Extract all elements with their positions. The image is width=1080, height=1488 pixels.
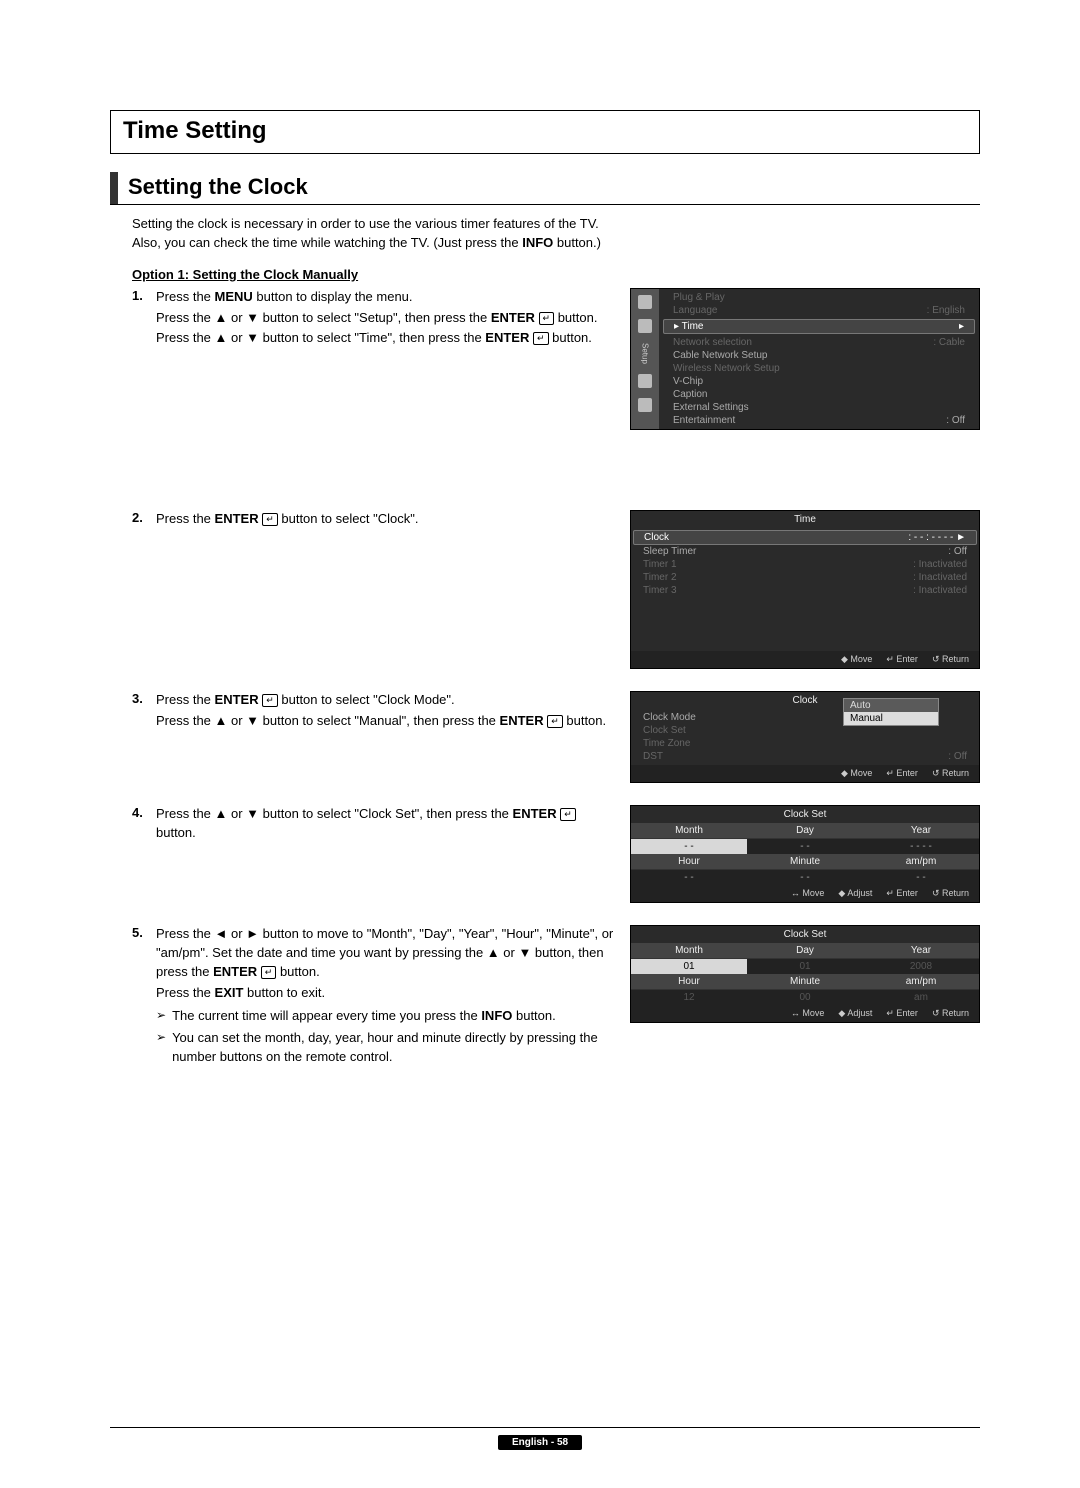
sub-title-bar	[110, 172, 118, 204]
clockset-month[interactable]: 01	[631, 958, 747, 974]
step-num: 3.	[132, 691, 156, 706]
note-icon: ➢	[156, 1029, 166, 1067]
input-icon	[638, 398, 652, 412]
enter-icon: ↵	[262, 694, 278, 707]
intro-line-2: Also, you can check the time while watch…	[132, 234, 980, 253]
enter-icon: ↵	[261, 966, 277, 979]
option-title: Option 1: Setting the Clock Manually	[132, 267, 980, 282]
menu-item-clock[interactable]: Clock: - - : - - - - ►	[633, 530, 977, 545]
enter-icon: ↵	[533, 332, 549, 345]
enter-icon: ↵	[547, 715, 563, 728]
sub-title-row: Setting the Clock	[110, 172, 980, 205]
note-icon: ➢	[156, 1007, 166, 1026]
tv-title: Time	[631, 511, 979, 528]
step-num: 2.	[132, 510, 156, 525]
page-footer: English - 58	[0, 1434, 1080, 1448]
step-4: 4. Press the ▲ or ▼ button to select "Cl…	[132, 805, 980, 915]
popup-option-auto[interactable]: Auto	[844, 699, 938, 712]
step-num: 4.	[132, 805, 156, 820]
intro-text: Setting the clock is necessary in order …	[110, 215, 980, 263]
menu-item-time[interactable]: ▸ Time▸	[663, 319, 975, 334]
gear-icon	[638, 319, 652, 333]
step-1: 1. Press the MENU button to display the …	[132, 288, 980, 501]
tv-clock-menu: Clock Clock Mode Clock Set Time Zone DST…	[630, 691, 980, 783]
clock-mode-popup: Auto Manual	[843, 698, 939, 726]
tv-title: Clock Set	[631, 926, 979, 943]
step-3: 3. Press the ENTER ↵ button to select "C…	[132, 691, 980, 795]
note-1: ➢ The current time will appear every tim…	[156, 1007, 618, 1026]
tv-time-menu: Time Clock: - - : - - - - ► Sleep Timer:…	[630, 510, 980, 669]
step-num: 5.	[132, 925, 156, 940]
enter-icon: ↵	[539, 312, 555, 325]
antenna-icon	[638, 374, 652, 388]
brush-icon	[638, 295, 652, 309]
clockset-month[interactable]: - -	[631, 838, 747, 854]
note-2: ➢ You can set the month, day, year, hour…	[156, 1029, 618, 1067]
section-title: Time Setting	[123, 117, 967, 145]
step-num: 1.	[132, 288, 156, 303]
intro-line-1: Setting the clock is necessary in order …	[132, 215, 980, 234]
popup-option-manual[interactable]: Manual	[844, 712, 938, 725]
setup-side-label: Setup	[641, 343, 650, 364]
footer-rule	[110, 1427, 980, 1428]
section-title-box: Time Setting	[110, 110, 980, 154]
step-5: 5. Press the ◄ or ► button to move to "M…	[132, 925, 980, 1067]
tv-setup-menu: Setup Plug & Play Language: English ▸ Ti…	[630, 288, 980, 430]
step-2: 2. Press the ENTER ↵ button to select "C…	[132, 510, 980, 681]
tv-clockset-filled: Clock Set MonthDayYear 01012008 HourMinu…	[630, 925, 980, 1023]
tv-title: Clock Set	[631, 806, 979, 823]
page-number: English - 58	[498, 1435, 582, 1450]
tv-clockset-empty: Clock Set MonthDayYear - -- -- - - - Hou…	[630, 805, 980, 903]
enter-icon: ↵	[560, 808, 576, 821]
enter-icon: ↵	[262, 513, 278, 526]
sub-title: Setting the Clock	[128, 172, 308, 204]
